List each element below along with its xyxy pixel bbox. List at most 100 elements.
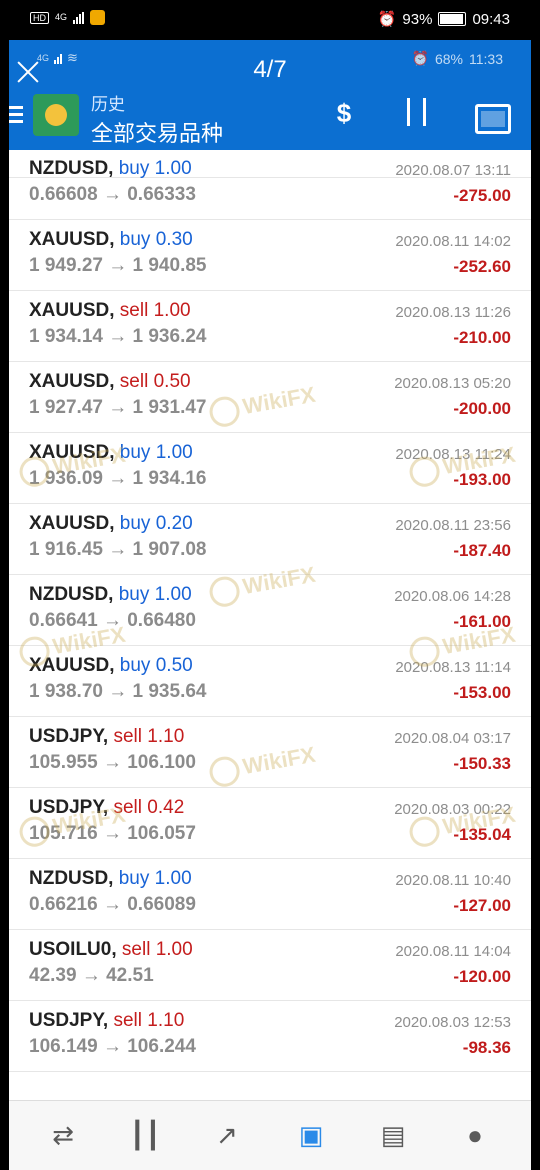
trade-symbol: USOILU0, sell 1.00: [29, 939, 193, 960]
app-header: 4G ≋ ⏰ 68% 11:33 4/7 历史 全部交易品种 $: [9, 40, 531, 150]
chat-icon[interactable]: ●: [455, 1115, 495, 1155]
trade-profit: -252.60: [453, 257, 511, 276]
trade-date: 2020.08.06 14:28: [394, 588, 511, 605]
candlestick-chart-icon[interactable]: ┃┃: [125, 1115, 165, 1155]
trade-direction: sell 1.00: [121, 939, 193, 960]
trade-profit: -153.00: [453, 683, 511, 702]
trade-prices: 1 934.14 → 1 936.24: [29, 326, 207, 347]
trade-symbol: NZDUSD, buy 1.00: [29, 868, 192, 889]
trade-symbol: XAUUSD, sell 0.50: [29, 371, 191, 392]
trade-row[interactable]: NZDUSD, buy 1.00 0.66641 → 0.66480 2020.08…: [9, 576, 531, 646]
trade-prices: 0.66608 → 0.66333: [29, 184, 196, 205]
trade-prices: 1 916.45 → 1 907.08: [29, 539, 207, 560]
signal-icon: [73, 11, 85, 24]
trade-direction: buy 0.50: [119, 655, 193, 676]
calendar-icon[interactable]: [475, 98, 515, 134]
trade-prices: 1 949.27 → 1 940.85: [29, 255, 207, 276]
trade-direction: sell 1.10: [113, 1010, 185, 1031]
trade-prices: 106.149 → 106.244: [29, 1036, 196, 1057]
battery-icon: [438, 12, 467, 26]
trade-history-list[interactable]: NZDUSD, buy 1.00 0.66608 → 0.66333 2020.08…: [9, 150, 531, 1100]
trade-symbol: USDJPY, sell 1.10: [29, 1010, 185, 1031]
app-notification-icon: [90, 10, 106, 25]
trade-profit: -135.04: [453, 825, 511, 844]
trade-row[interactable]: XAUUSD, sell 0.50 1 927.47 → 1 931.47 2020…: [9, 363, 531, 433]
trade-prices: 105.716 → 106.057: [29, 823, 196, 844]
trade-prices: 42.39 → 42.51: [29, 965, 154, 986]
trade-row[interactable]: XAUUSD, buy 0.50 1 938.70 → 1 935.64 2020.…: [9, 647, 531, 717]
trade-date: 2020.08.13 11:24: [395, 446, 511, 463]
trade-direction: buy 1.00: [118, 868, 192, 889]
trade-direction: sell 0.50: [119, 371, 191, 392]
trade-symbol: NZDUSD, buy 1.00: [29, 158, 192, 179]
trade-profit: -200.00: [453, 399, 511, 418]
news-icon[interactable]: ▤: [373, 1115, 413, 1155]
trade-row[interactable]: USOILU0, sell 1.00 42.39 → 42.51 2020.08.1…: [9, 931, 531, 1001]
trade-profit: -150.33: [453, 754, 511, 773]
trade-prices: 1 927.47 → 1 931.47: [29, 397, 207, 418]
trade-arrows-icon[interactable]: ⇄: [43, 1115, 83, 1155]
hd-badge: HD: [30, 11, 49, 24]
trade-prices: 105.955 → 106.100: [29, 752, 196, 773]
trade-date: 2020.08.13 11:26: [395, 304, 511, 321]
currency-exchange-icon[interactable]: $: [324, 98, 364, 134]
trade-row[interactable]: USDJPY, sell 0.42 105.716 → 106.057 2020.0…: [9, 789, 531, 859]
trade-profit: -161.00: [453, 612, 511, 631]
trade-direction: buy 1.00: [118, 584, 192, 605]
phone-status-bar: HD 4G ⏰ 93% 09:43: [0, 0, 540, 40]
trade-row[interactable]: XAUUSD, buy 1.00 1 936.09 → 1 934.16 2020.…: [9, 434, 531, 504]
trade-date: 2020.08.13 11:14: [395, 659, 511, 676]
trade-symbol: XAUUSD, buy 0.20: [29, 513, 193, 534]
screenshot-viewer: 4G ≋ ⏰ 68% 11:33 4/7 历史 全部交易品种 $ NZDUSD,…: [9, 40, 531, 1170]
trade-prices: 0.66216 → 0.66089: [29, 894, 196, 915]
page-subtitle: 历史: [91, 95, 125, 114]
page-title[interactable]: 全部交易品种: [91, 116, 223, 148]
trade-symbol: USDJPY, sell 0.42: [29, 797, 185, 818]
app-logo: [33, 94, 79, 136]
trade-direction: sell 1.00: [119, 300, 191, 321]
trade-date: 2020.08.07 13:11: [395, 162, 511, 179]
trade-row[interactable]: NZDUSD, buy 1.00 0.66216 → 0.66089 2020.08…: [9, 860, 531, 930]
trade-profit: -210.00: [453, 328, 511, 347]
trade-profit: -127.00: [453, 896, 511, 915]
trend-chart-icon[interactable]: ↗: [207, 1115, 247, 1155]
trade-direction: buy 1.00: [119, 442, 193, 463]
trade-profit: -193.00: [453, 470, 511, 489]
trade-profit: -120.00: [453, 967, 511, 986]
bottom-navigation: ⇄ ┃┃ ↗ ▣ ▤ ●: [9, 1100, 531, 1170]
network-type: 4G: [55, 12, 68, 22]
trade-row[interactable]: XAUUSD, buy 0.20 1 916.45 → 1 907.08 2020.…: [9, 505, 531, 575]
page-counter: 4/7: [253, 56, 287, 83]
trade-direction: sell 0.42: [113, 797, 185, 818]
trade-row[interactable]: XAUUSD, buy 0.30 1 949.27 → 1 940.85 2020.…: [9, 221, 531, 291]
trade-row[interactable]: NZDUSD, buy 1.00 0.66608 → 0.66333 2020.08…: [9, 150, 531, 220]
trade-symbol: XAUUSD, buy 0.50: [29, 655, 193, 676]
trade-profit: -98.36: [462, 1038, 511, 1057]
battery-percent: 93%: [402, 10, 433, 28]
trade-direction: sell 1.10: [113, 726, 185, 747]
trade-date: 2020.08.03 00:22: [394, 801, 511, 818]
trade-direction: buy 1.00: [118, 158, 192, 179]
history-inbox-icon[interactable]: ▣: [291, 1115, 331, 1155]
trade-date: 2020.08.13 05:20: [394, 375, 511, 392]
sort-icon[interactable]: [399, 98, 439, 134]
trade-symbol: XAUUSD, buy 0.30: [29, 229, 193, 250]
trade-date: 2020.08.11 10:40: [395, 872, 511, 889]
trade-direction: buy 0.20: [119, 513, 193, 534]
trade-direction: buy 0.30: [119, 229, 193, 250]
trade-prices: 0.66641 → 0.66480: [29, 610, 196, 631]
trade-row[interactable]: XAUUSD, sell 1.00 1 934.14 → 1 936.24 2020…: [9, 292, 531, 362]
trade-date: 2020.08.04 03:17: [394, 730, 511, 747]
trade-symbol: NZDUSD, buy 1.00: [29, 584, 192, 605]
trade-symbol: USDJPY, sell 1.10: [29, 726, 185, 747]
clock: 09:43: [472, 10, 510, 28]
trade-date: 2020.08.11 23:56: [395, 517, 511, 534]
trade-profit: -275.00: [453, 186, 511, 205]
menu-icon[interactable]: [9, 106, 23, 127]
trade-row[interactable]: USDJPY, sell 1.10 106.149 → 106.244 2020.0…: [9, 1002, 531, 1072]
trade-symbol: XAUUSD, sell 1.00: [29, 300, 191, 321]
trade-row[interactable]: USDJPY, sell 1.10 105.955 → 106.100 2020.0…: [9, 718, 531, 788]
alarm-icon: ⏰: [377, 11, 397, 28]
trade-prices: 1 936.09 → 1 934.16: [29, 468, 207, 489]
trade-profit: -187.40: [453, 541, 511, 560]
